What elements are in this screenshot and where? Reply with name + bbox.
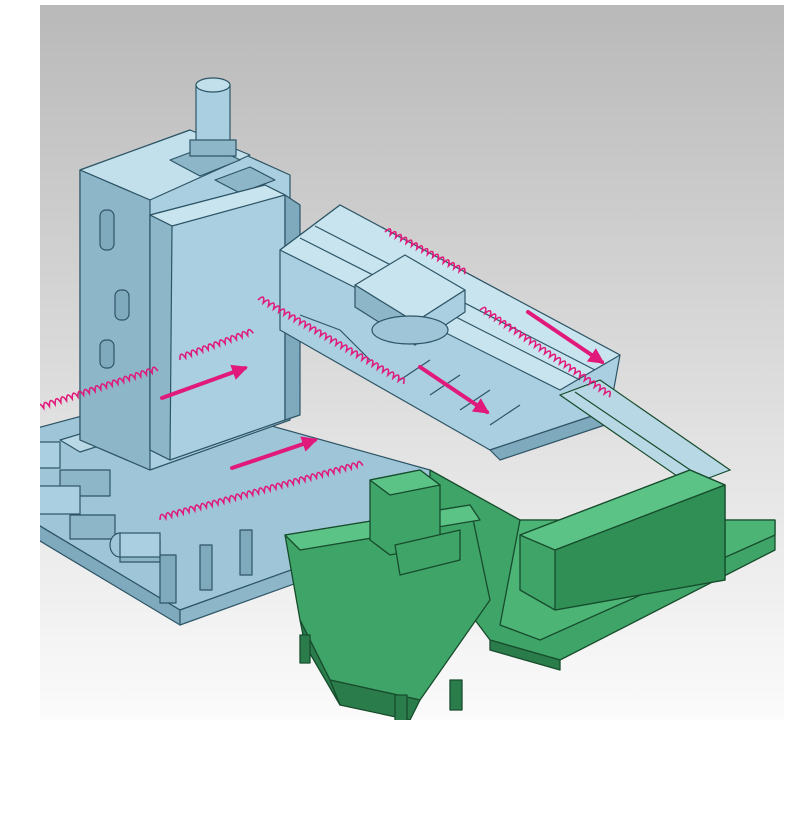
spindle-head <box>149 184 301 461</box>
spindle-motor <box>189 77 237 157</box>
figure-frame <box>40 5 784 720</box>
machine-illustration <box>40 5 784 720</box>
